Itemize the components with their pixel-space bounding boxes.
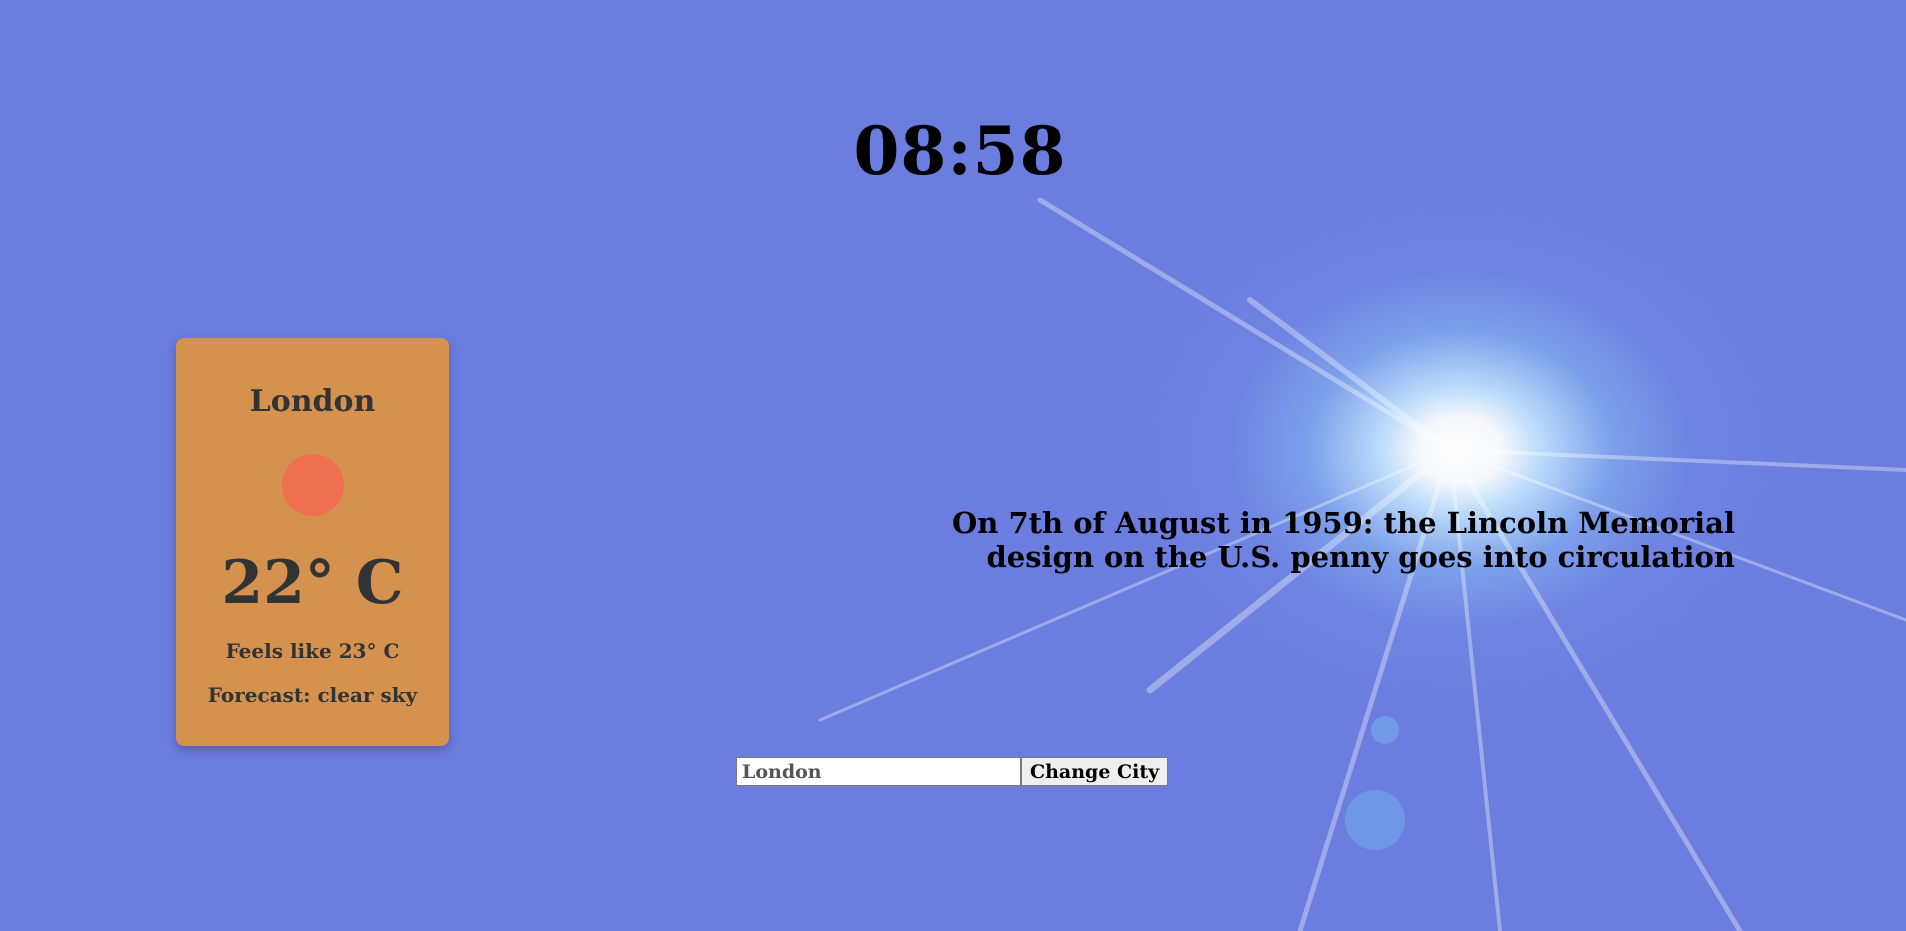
city-input[interactable]	[736, 757, 1021, 786]
historical-fact: On 7th of August in 1959: the Lincoln Me…	[840, 506, 1735, 574]
weather-forecast: Forecast: clear sky	[207, 683, 418, 707]
weather-feels-like: Feels like 23° C	[225, 639, 400, 663]
weather-card: London 22° C Feels like 23° C Forecast: …	[176, 338, 449, 746]
sun-background	[1050, 130, 1870, 770]
sun-icon	[282, 454, 344, 516]
fact-line-1: On 7th of August in 1959: the Lincoln Me…	[952, 506, 1735, 540]
clock-time: 08:58	[853, 112, 1067, 190]
weather-city: London	[249, 384, 376, 419]
city-form: Change City	[736, 757, 1169, 786]
fact-line-2: design on the U.S. penny goes into circu…	[986, 540, 1735, 574]
change-city-button[interactable]: Change City	[1021, 757, 1169, 786]
weather-temperature: 22° C	[221, 548, 404, 618]
